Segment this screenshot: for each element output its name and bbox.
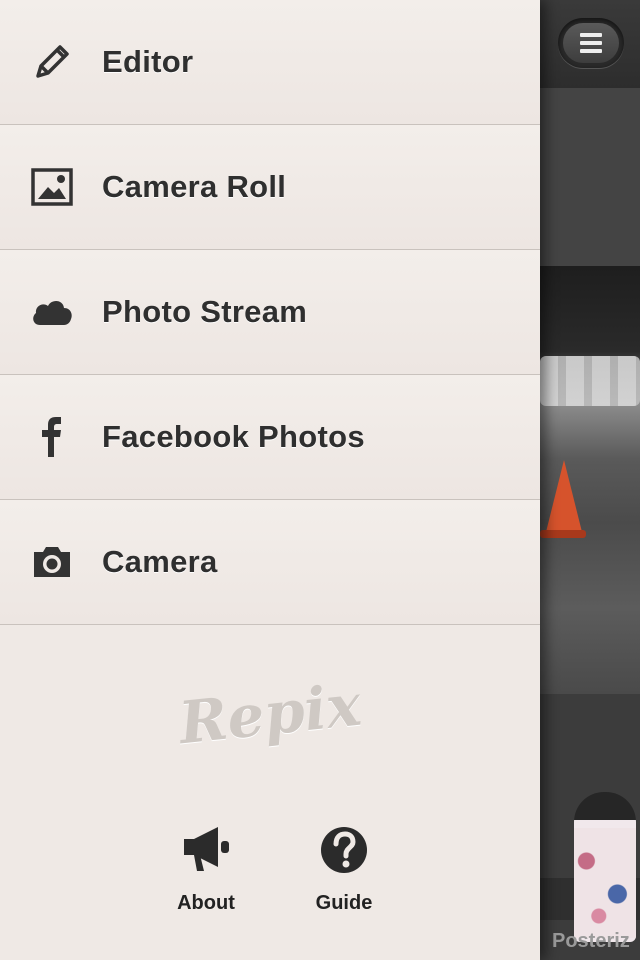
brand-logo: Repix	[175, 670, 365, 758]
menu-item-label: Facebook Photos	[102, 419, 365, 454]
filter-label[interactable]: Posteriz	[552, 930, 630, 953]
menu-item-label: Camera Roll	[102, 169, 287, 204]
hamburger-icon	[563, 23, 619, 63]
canvas-margin	[540, 88, 640, 266]
menu-item-camera-roll[interactable]: Camera Roll	[0, 125, 540, 250]
about-label: About	[177, 892, 235, 914]
camera-icon	[26, 536, 78, 588]
brush-thumbnail[interactable]	[574, 792, 636, 942]
image-icon	[26, 161, 78, 213]
editor-background: Posteriz	[540, 0, 640, 960]
pencil-icon	[26, 36, 78, 88]
menu-item-photo-stream[interactable]: Photo Stream	[0, 250, 540, 375]
menu-toggle-button[interactable]	[558, 18, 624, 68]
menu-item-label: Photo Stream	[102, 294, 308, 329]
guide-label: Guide	[315, 892, 373, 914]
about-button[interactable]: About	[146, 820, 266, 915]
megaphone-icon	[146, 820, 266, 880]
photo-preview	[540, 266, 640, 694]
facebook-icon	[26, 411, 78, 463]
menu-item-label: Camera	[102, 544, 218, 579]
filter-tray: Posteriz	[540, 694, 640, 960]
guide-button[interactable]: Guide	[284, 820, 404, 915]
cloud-icon	[26, 286, 78, 338]
menu-item-facebook-photos[interactable]: Facebook Photos	[0, 375, 540, 500]
top-bar	[540, 0, 640, 88]
question-icon	[284, 820, 404, 880]
menu-item-editor[interactable]: Editor	[0, 0, 540, 125]
side-menu: Editor Camera Roll Photo Stream Facebook…	[0, 0, 540, 960]
menu-item-label: Editor	[102, 44, 194, 79]
menu-item-camera[interactable]: Camera	[0, 500, 540, 625]
